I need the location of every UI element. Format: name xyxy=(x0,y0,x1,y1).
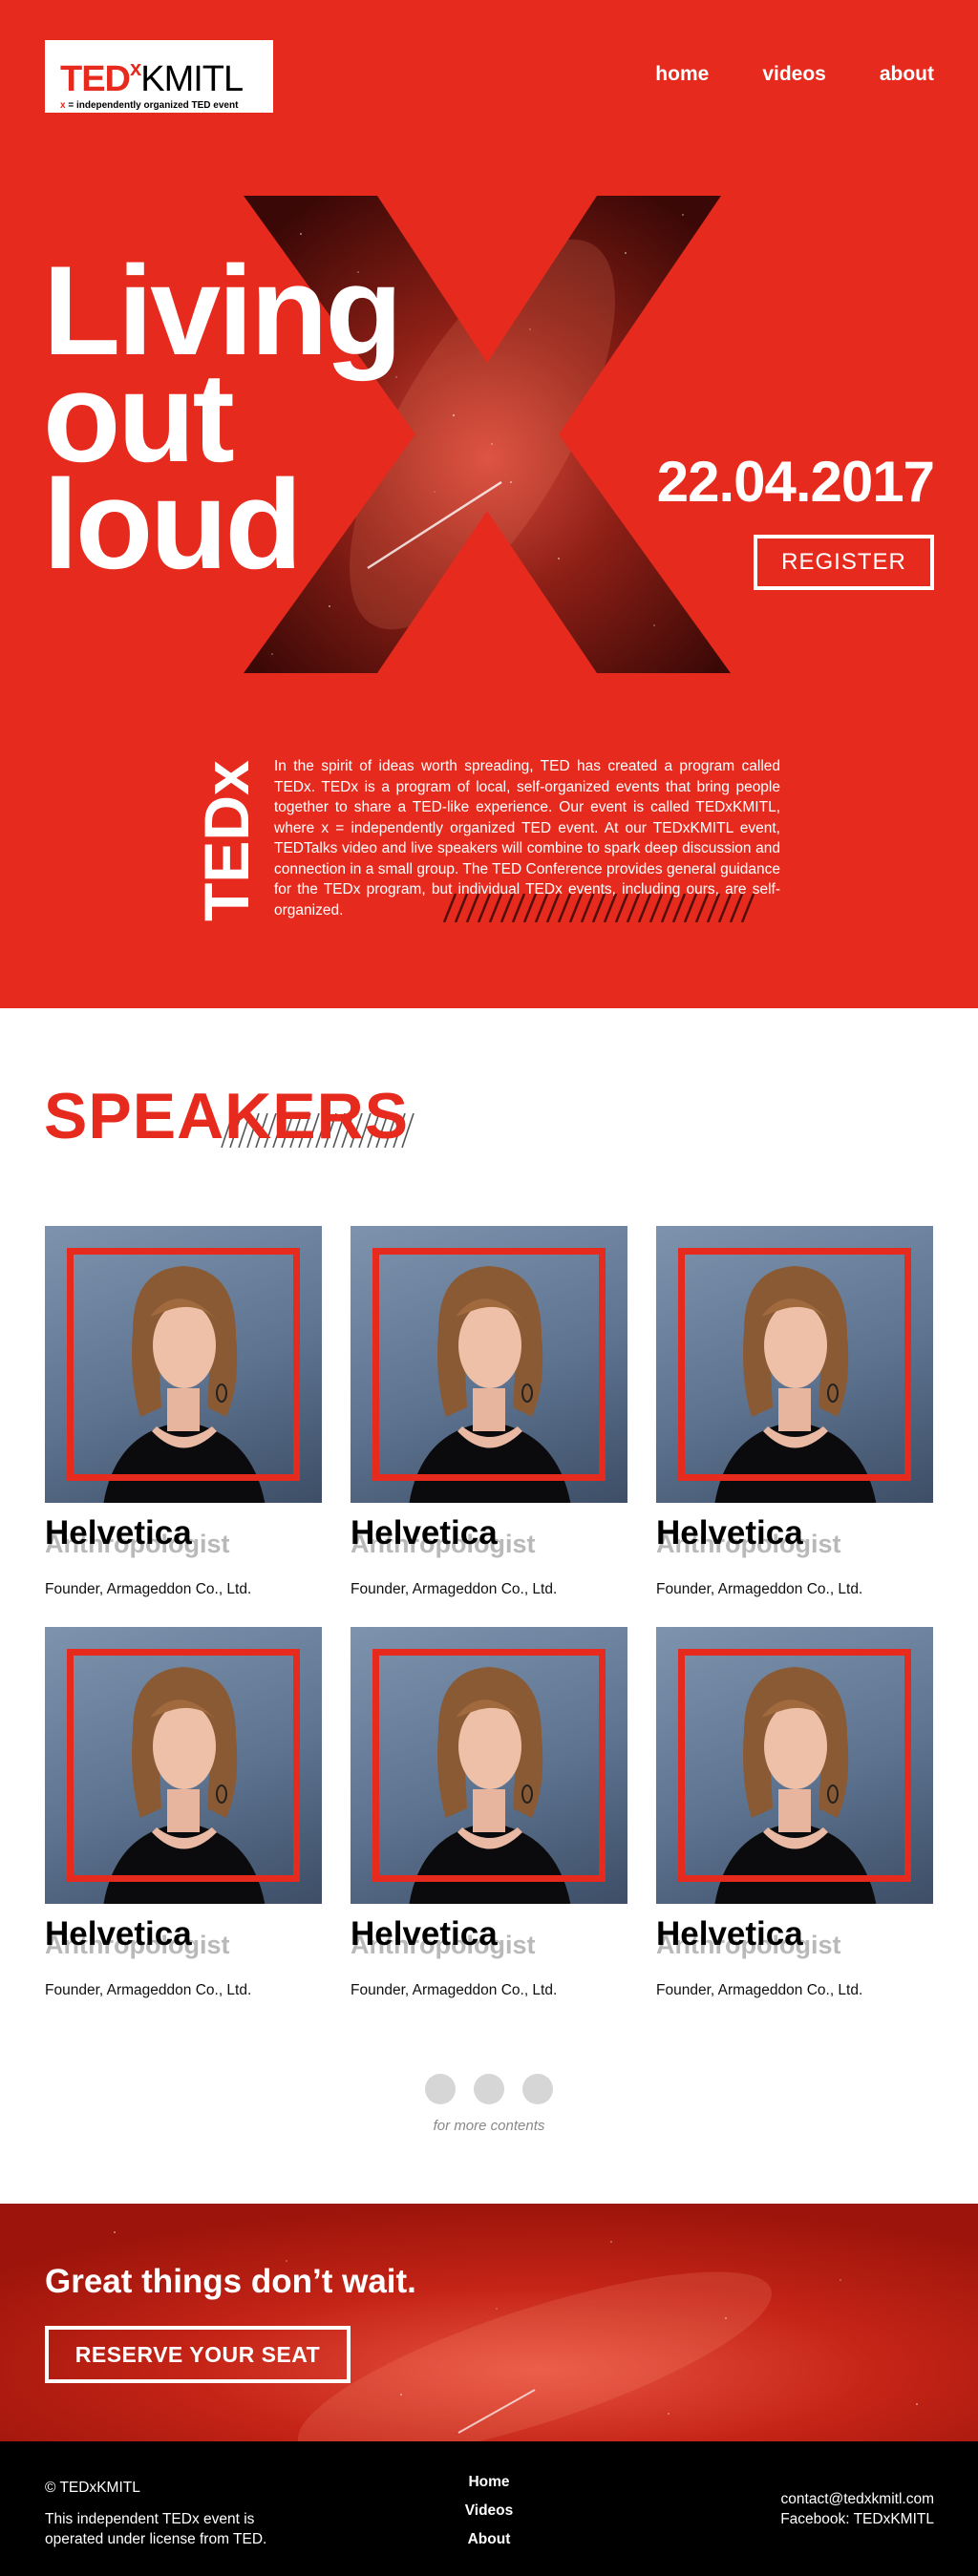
hero-title-line-3: loud xyxy=(43,454,303,596)
logo-name: KMITL xyxy=(140,59,244,99)
speaker-company: Founder, Armageddon Co., Ltd. xyxy=(45,1982,252,1998)
cta-title: Great things don’t wait. xyxy=(45,2263,416,2300)
speaker-company: Founder, Armageddon Co., Ltd. xyxy=(351,1982,558,1998)
speaker-card[interactable]: Anthropologist Helvetica Founder, Armage… xyxy=(656,1226,933,1598)
speaker-name: Helvetica xyxy=(351,1514,498,1552)
slash-hatch xyxy=(442,894,755,922)
pagination-dot[interactable] xyxy=(522,2074,553,2104)
photo-frame xyxy=(678,1248,911,1481)
hero-section: TEDxKMITL x = independently organized TE… xyxy=(0,0,978,1008)
galaxy-background xyxy=(0,2204,978,2441)
speaker-title-block: Anthropologist Helvetica xyxy=(45,1915,322,1974)
more-contents-label: for more contents xyxy=(433,2118,545,2134)
footer-nav-about[interactable]: About xyxy=(0,2525,978,2554)
hero-title: Living out loud xyxy=(43,248,403,596)
speaker-title-block: Anthropologist Helvetica xyxy=(656,1514,933,1573)
nav-home[interactable]: home xyxy=(655,63,709,86)
speaker-title-block: Anthropologist Helvetica xyxy=(45,1514,322,1573)
logo-wordmark: TEDxKMITL xyxy=(60,50,258,98)
speaker-company: Founder, Armageddon Co., Ltd. xyxy=(656,1982,863,1998)
speaker-photo xyxy=(351,1226,627,1503)
pagination-dot[interactable] xyxy=(425,2074,456,2104)
speaker-company: Founder, Armageddon Co., Ltd. xyxy=(656,1581,863,1597)
speaker-photo xyxy=(351,1627,627,1904)
speaker-name: Helvetica xyxy=(351,1915,498,1953)
footer-email[interactable]: contact@tedxkmitl.com xyxy=(780,2489,934,2509)
speaker-card[interactable]: Anthropologist Helvetica Founder, Armage… xyxy=(351,1627,627,1999)
speaker-card[interactable]: Anthropologist Helvetica Founder, Armage… xyxy=(656,1627,933,1999)
photo-frame xyxy=(678,1649,911,1882)
pagination-dot[interactable] xyxy=(474,2074,504,2104)
main-nav: home videos about xyxy=(655,63,934,86)
speaker-photo xyxy=(656,1226,933,1503)
reserve-seat-button[interactable]: RESERVE YOUR SEAT xyxy=(45,2326,351,2383)
speaker-name: Helvetica xyxy=(45,1514,192,1552)
logo-tagline: x = independently organized TED event xyxy=(60,100,258,111)
logo-ted: TED xyxy=(60,59,131,99)
speaker-company: Founder, Armageddon Co., Ltd. xyxy=(45,1581,252,1597)
speaker-name: Helvetica xyxy=(45,1915,192,1953)
nav-videos[interactable]: videos xyxy=(762,63,826,86)
footer-contact: contact@tedxkmitl.com Facebook: TEDxKMIT… xyxy=(780,2489,934,2529)
logo-tagline-text: = independently organized TED event xyxy=(65,100,239,111)
event-date: 22.04.2017 xyxy=(656,450,935,514)
tedx-vertical-logo: TEDx xyxy=(191,760,258,921)
speaker-card[interactable]: Anthropologist Helvetica Founder, Armage… xyxy=(351,1226,627,1598)
photo-frame xyxy=(372,1649,606,1882)
tedx-logo[interactable]: TEDxKMITL x = independently organized TE… xyxy=(45,40,273,113)
footer: © TEDxKMITL This independent TEDx event … xyxy=(0,2441,978,2576)
photo-frame xyxy=(67,1248,300,1481)
tedx-vertical-text: TEDx xyxy=(191,760,258,921)
speaker-photo xyxy=(656,1627,933,1904)
logo-x: x xyxy=(130,56,141,80)
photo-frame xyxy=(372,1248,606,1481)
speaker-card[interactable]: Anthropologist Helvetica Founder, Armage… xyxy=(45,1226,322,1598)
speaker-title-block: Anthropologist Helvetica xyxy=(351,1915,627,1974)
pagination-dots xyxy=(425,2074,553,2104)
speaker-title-block: Anthropologist Helvetica xyxy=(656,1915,933,1974)
speakers-title: SPEAKERS xyxy=(44,1080,410,1152)
speaker-card[interactable]: Anthropologist Helvetica Founder, Armage… xyxy=(45,1627,322,1999)
cta-section: Great things don’t wait. RESERVE YOUR SE… xyxy=(0,2204,978,2441)
speaker-name: Helvetica xyxy=(656,1514,803,1552)
speaker-photo xyxy=(45,1627,322,1904)
photo-frame xyxy=(67,1649,300,1882)
speaker-title-block: Anthropologist Helvetica xyxy=(351,1514,627,1573)
speaker-name: Helvetica xyxy=(656,1915,803,1953)
footer-facebook[interactable]: Facebook: TEDxKMITL xyxy=(780,2509,934,2529)
nav-about[interactable]: about xyxy=(880,63,934,86)
speaker-company: Founder, Armageddon Co., Ltd. xyxy=(351,1581,558,1597)
speaker-photo xyxy=(45,1226,322,1503)
register-button[interactable]: REGISTER xyxy=(754,535,934,590)
